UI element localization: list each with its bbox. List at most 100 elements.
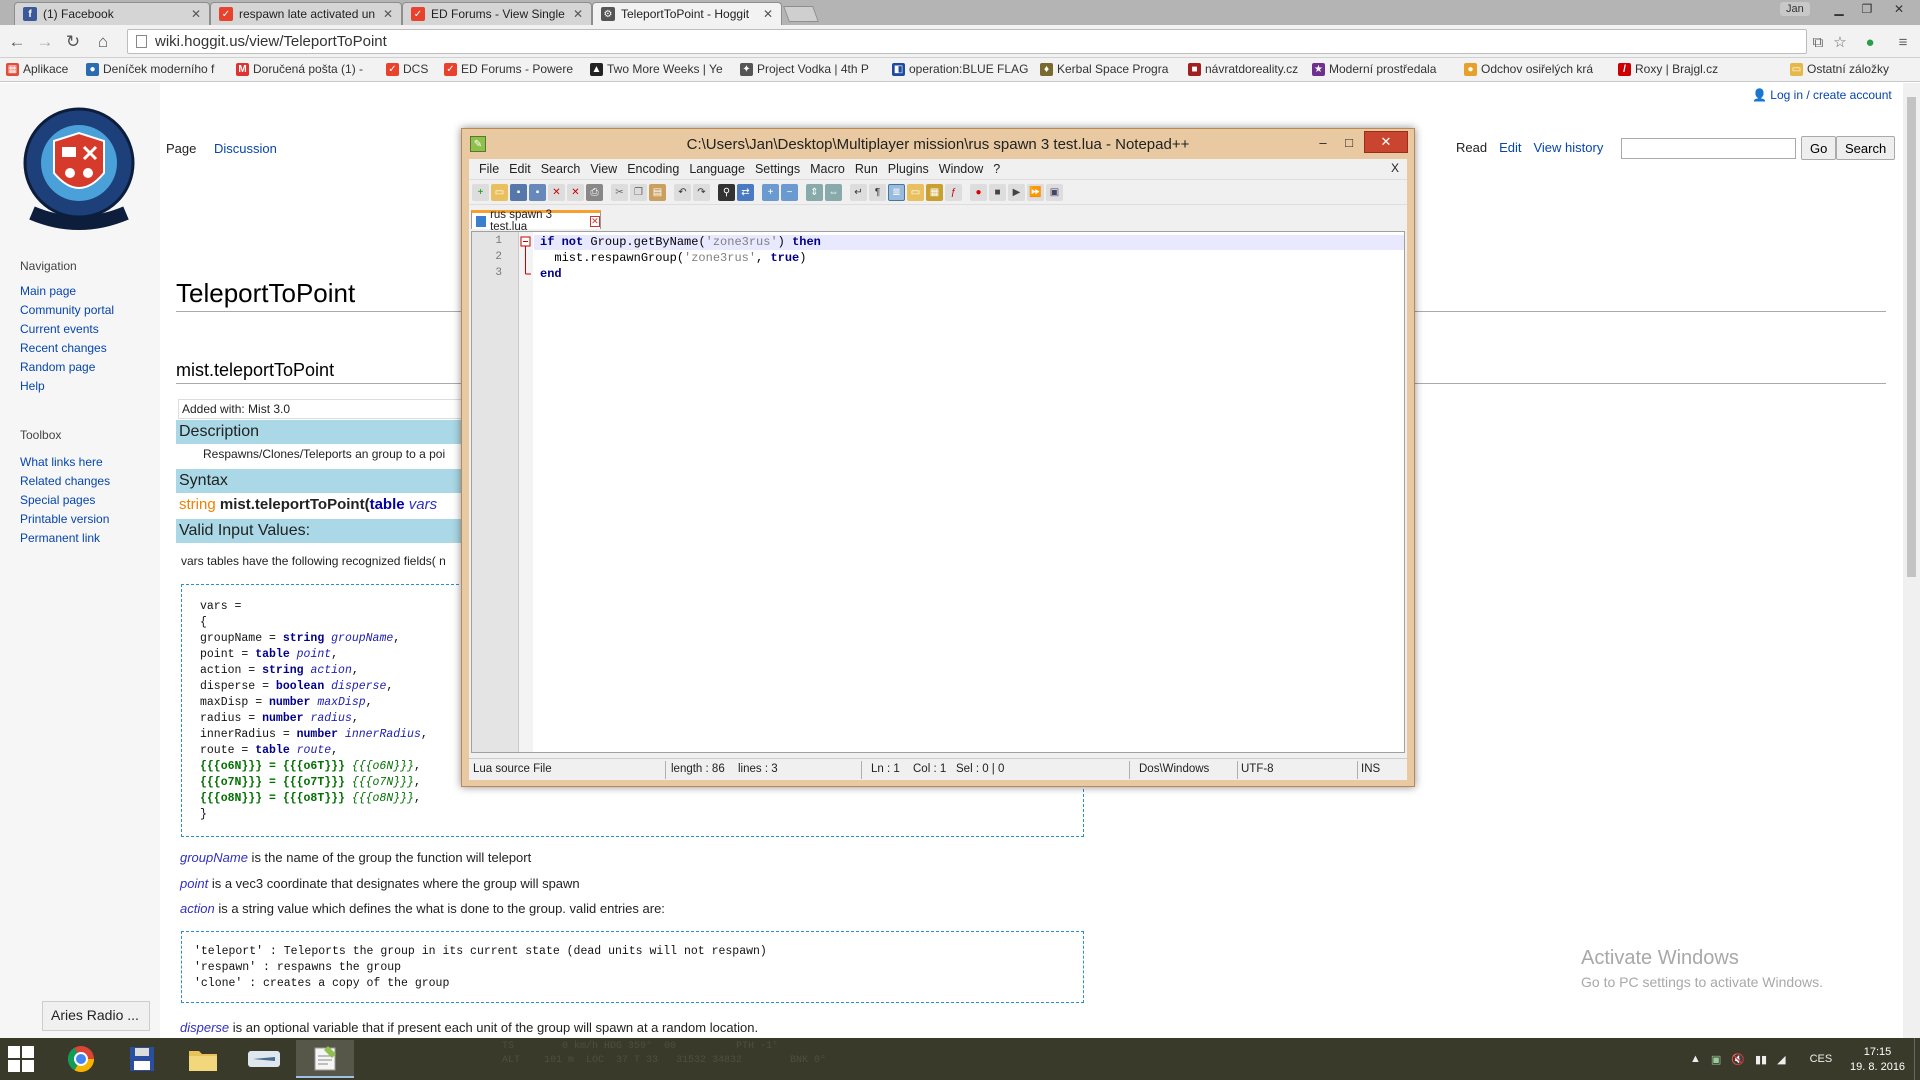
search-button[interactable]: Search (1836, 136, 1896, 160)
close-window-icon[interactable]: ✕ (1881, 0, 1917, 18)
menu-macro[interactable]: Macro (810, 162, 845, 176)
explorer-taskbar-button[interactable] (174, 1040, 232, 1078)
forward-arrow-icon[interactable]: → (34, 31, 56, 53)
sync-vertical-icon[interactable]: ⇕ (806, 184, 823, 201)
signal-icon[interactable]: ◢ (1777, 1053, 1785, 1066)
notepadpp-taskbar-button[interactable] (296, 1040, 354, 1078)
restore-icon[interactable]: ❐ (1853, 0, 1881, 18)
fold-marker-icon[interactable] (519, 232, 533, 292)
sync-horizontal-icon[interactable]: ⇔ (825, 184, 842, 201)
redo-icon[interactable]: ↷ (693, 184, 710, 201)
bookmark-star-icon[interactable]: ☆ (1830, 32, 1850, 52)
cut-icon[interactable]: ✂ (611, 184, 628, 201)
menu-file[interactable]: File (479, 162, 499, 176)
close-file-icon[interactable]: ✕ (548, 184, 565, 201)
minimize-icon[interactable]: – (1310, 131, 1336, 153)
sidebar-link-random-page[interactable]: Random page (20, 360, 95, 374)
menu-language[interactable]: Language (689, 162, 745, 176)
function-list-icon[interactable]: ƒ (945, 184, 962, 201)
tab-page[interactable]: Page (166, 141, 196, 156)
menu-icon[interactable]: ≡ (1893, 32, 1913, 52)
wiki-search-input[interactable] (1621, 138, 1796, 159)
browser-tab-respawn[interactable]: ✓ respawn late activated un ✕ (210, 2, 402, 25)
minimize-icon[interactable]: ▁ (1825, 0, 1853, 18)
sidebar-link-related-changes[interactable]: Related changes (20, 474, 110, 488)
close-icon[interactable]: ✕ (763, 7, 773, 21)
play-macro-icon[interactable]: ▶ (1008, 184, 1025, 201)
zoom-out-icon[interactable]: − (781, 184, 798, 201)
run-macro-multiple-icon[interactable]: ⏩ (1027, 184, 1044, 201)
bookmark-item[interactable]: ◧ operation:BLUE FLAG (892, 62, 1028, 76)
close-icon[interactable]: ✕ (191, 7, 201, 21)
save-icon[interactable]: ▪ (510, 184, 527, 201)
udl-icon[interactable]: ▭ (907, 184, 924, 201)
save-all-icon[interactable]: ▪ (529, 184, 546, 201)
bookmark-item[interactable]: M Doručená pošta (1) - (236, 62, 363, 76)
bookmark-folder[interactable]: ▭ Ostatní záložky (1790, 62, 1889, 76)
tray-expand-icon[interactable]: ▲ (1690, 1053, 1701, 1065)
new-file-icon[interactable]: + (472, 184, 489, 201)
indent-guide-icon[interactable]: ≣ (888, 184, 905, 201)
menu-help[interactable]: ? (993, 162, 1000, 176)
close-icon[interactable]: ✕ (573, 7, 583, 21)
chrome-taskbar-button[interactable] (52, 1040, 110, 1078)
volume-muted-icon[interactable]: 🔇 (1731, 1053, 1745, 1066)
menu-encoding[interactable]: Encoding (627, 162, 679, 176)
tab-edit[interactable]: Edit (1499, 140, 1521, 155)
menu-settings[interactable]: Settings (755, 162, 800, 176)
input-language[interactable]: CES (1810, 1053, 1833, 1065)
undo-icon[interactable]: ↶ (674, 184, 691, 201)
browser-tab-teleport[interactable]: ⚙ TeleportToPoint - Hoggit ✕ (592, 2, 782, 25)
browser-tab-ed-forums[interactable]: ✓ ED Forums - View Single P ✕ (402, 2, 592, 25)
word-wrap-icon[interactable]: ↵ (850, 184, 867, 201)
menu-view[interactable]: View (590, 162, 617, 176)
page-scrollbar[interactable] (1903, 83, 1920, 1038)
bookmark-item[interactable]: ♦ Kerbal Space Progra (1040, 62, 1168, 76)
tab-read[interactable]: Read (1456, 140, 1487, 155)
bookmark-item[interactable]: ● Deníček moderního f (86, 62, 214, 76)
menu-window[interactable]: Window (939, 162, 983, 176)
sidebar-link-main-page[interactable]: Main page (20, 284, 76, 298)
close-tab-icon[interactable]: ✕ (589, 215, 601, 227)
go-button[interactable]: Go (1801, 136, 1837, 160)
sidebar-link-recent-changes[interactable]: Recent changes (20, 341, 107, 355)
bookmark-item[interactable]: ✓ DCS (386, 62, 428, 76)
windows-start-icon[interactable] (8, 1046, 34, 1072)
menu-run[interactable]: Run (855, 162, 878, 176)
tab-view-history[interactable]: View history (1533, 140, 1603, 155)
code-editor[interactable]: 1 2 3 if not Group.getByName('zone3rus')… (471, 231, 1405, 753)
aries-radio-widget[interactable]: Aries Radio ... (42, 1001, 150, 1031)
document-tab[interactable]: rus spawn 3 test.lua ✕ (471, 209, 601, 233)
menu-plugins[interactable]: Plugins (888, 162, 929, 176)
paste-icon[interactable]: ▤ (649, 184, 666, 201)
replace-icon[interactable]: ⇄ (737, 184, 754, 201)
hoggit-logo[interactable] (22, 103, 136, 231)
dcs-taskbar-button[interactable] (113, 1040, 171, 1078)
bookmark-item[interactable]: ▲ Two More Weeks | Ye (590, 62, 723, 76)
bookmark-item[interactable]: ■ návratdoreality.cz (1188, 62, 1298, 76)
network-icon[interactable]: ▮▮ (1755, 1053, 1767, 1066)
tray-app-icon[interactable]: ▣ (1711, 1053, 1721, 1066)
fold-margin[interactable] (519, 232, 533, 752)
sidebar-link-current-events[interactable]: Current events (20, 322, 99, 336)
open-file-icon[interactable]: ▭ (491, 184, 508, 201)
bookmark-item[interactable]: / Roxy | Brajgl.cz (1618, 62, 1718, 76)
show-all-chars-icon[interactable]: ¶ (869, 184, 886, 201)
back-arrow-icon[interactable]: ← (6, 31, 28, 53)
save-macro-icon[interactable]: ▣ (1046, 184, 1063, 201)
close-all-icon[interactable]: ✕ (567, 184, 584, 201)
browser-tab-facebook[interactable]: f (1) Facebook ✕ (14, 2, 210, 25)
bookmark-item[interactable]: ▦ Aplikace (6, 62, 68, 76)
zoom-in-icon[interactable]: + (762, 184, 779, 201)
bookmark-item[interactable]: ✓ ED Forums - Powere (444, 62, 573, 76)
login-link[interactable]: 👤 Log in / create account (1752, 88, 1892, 102)
print-icon[interactable]: ⎙ (586, 184, 603, 201)
sidebar-link-community-portal[interactable]: Community portal (20, 303, 114, 317)
bookmark-item[interactable]: ● Odchov osiřelých krá (1464, 62, 1593, 76)
find-icon[interactable]: ⚲ (718, 184, 735, 201)
record-macro-icon[interactable]: ● (970, 184, 987, 201)
copy-icon[interactable]: ❐ (630, 184, 647, 201)
doc-map-icon[interactable]: ▦ (926, 184, 943, 201)
menu-search[interactable]: Search (541, 162, 581, 176)
menu-edit[interactable]: Edit (509, 162, 531, 176)
